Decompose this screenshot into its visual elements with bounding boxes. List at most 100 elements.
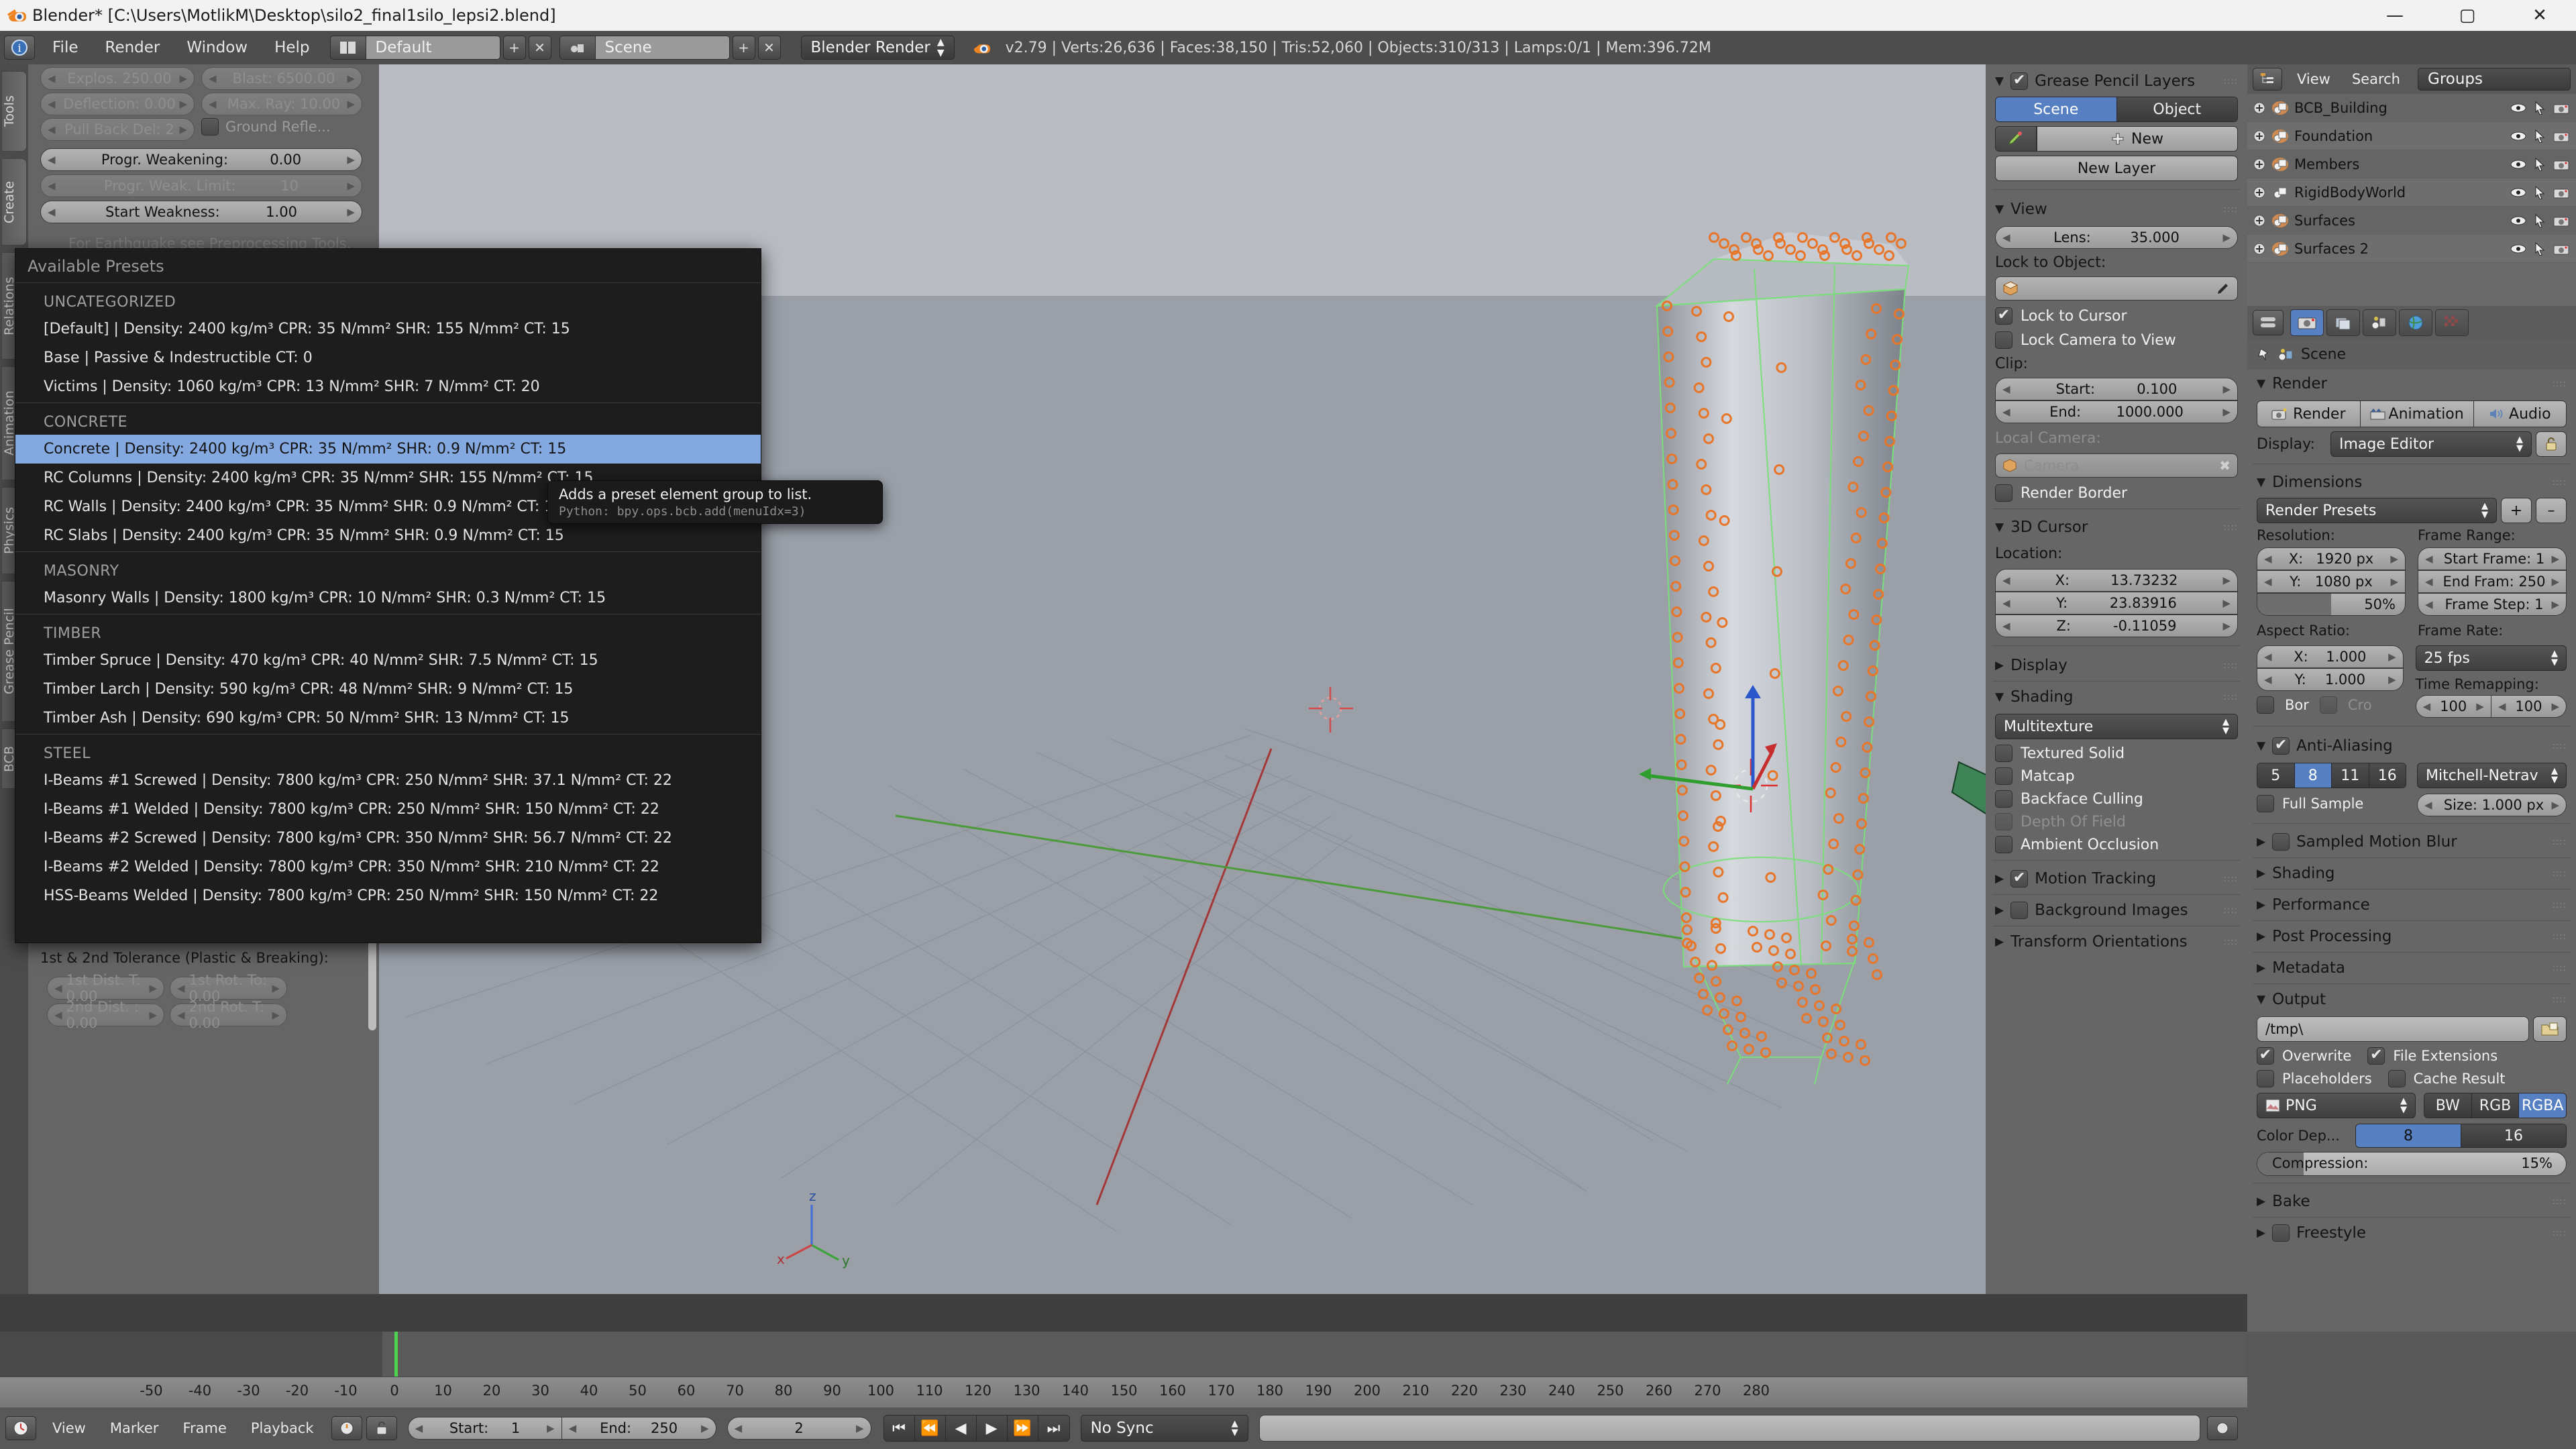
- aa-filter-select[interactable]: Mitchell-Netrav ▲ ▼: [2417, 763, 2567, 788]
- color-mode-group[interactable]: BW RGB RGBA: [2424, 1093, 2567, 1118]
- performance-title[interactable]: Performance: [2272, 896, 2370, 914]
- auto-keyframe-icon[interactable]: [331, 1416, 362, 1440]
- freestyle-checkbox[interactable]: [2272, 1224, 2290, 1242]
- local-camera-field[interactable]: Camera ✖: [1995, 453, 2238, 478]
- outliner-row-surfaces[interactable]: Surfaces: [2247, 207, 2576, 235]
- expand-plus-icon[interactable]: [2253, 129, 2266, 143]
- output-browse-folder-button[interactable]: [2533, 1016, 2567, 1042]
- expand-plus-icon[interactable]: [2253, 158, 2266, 171]
- screen-layout-name[interactable]: Default: [366, 36, 500, 60]
- close-button[interactable]: ✕: [2504, 0, 2576, 31]
- eye-icon[interactable]: [2510, 242, 2526, 256]
- preset-item-timber-larch[interactable]: Timber Larch | Density: 590 kg/m³ CPR: 4…: [15, 675, 761, 704]
- resolution-y-field[interactable]: ◀ Y: 1080 px ▶: [2257, 570, 2406, 593]
- chevron-right-icon[interactable]: ▶: [2257, 867, 2265, 880]
- expand-plus-icon[interactable]: [2253, 101, 2266, 115]
- time-remap-new-value[interactable]: 100: [2515, 698, 2542, 714]
- shading-mode-select[interactable]: Multitexture ▲ ▼: [1995, 714, 2238, 739]
- play-icon[interactable]: ▶: [976, 1415, 1008, 1441]
- cursor-arrow-icon[interactable]: [2534, 157, 2545, 171]
- freestyle-title[interactable]: Freestyle: [2296, 1224, 2366, 1242]
- resolution-y-value[interactable]: 1080 px: [2315, 574, 2373, 590]
- outliner-row-surfaces-2[interactable]: Surfaces 2: [2247, 235, 2576, 263]
- preset-item-masonry-walls[interactable]: Masonry Walls | Density: 1800 kg/m³ CPR:…: [15, 584, 761, 612]
- preset-item-hss-beams-welded[interactable]: HSS-Beams Welded | Density: 7800 kg/m³ C…: [15, 881, 761, 910]
- expand-plus-icon[interactable]: [2253, 214, 2266, 227]
- timeline-start-value[interactable]: 1: [511, 1420, 520, 1436]
- preset-item-ibeams-2-screwed[interactable]: I-Beams #2 Screwed | Density: 7800 kg/m³…: [15, 824, 761, 853]
- jump-to-end-icon[interactable]: ⏭: [1038, 1415, 1069, 1441]
- preset-item-ibeams-1-screwed[interactable]: I-Beams #1 Screwed | Density: 7800 kg/m³…: [15, 766, 761, 795]
- tab-object[interactable]: Object: [2116, 97, 2237, 121]
- preset-item-default[interactable]: [Default] | Density: 2400 kg/m³ CPR: 35 …: [15, 315, 761, 343]
- preset-item-concrete[interactable]: Concrete | Density: 2400 kg/m³ CPR: 35 N…: [15, 435, 761, 464]
- menu-render[interactable]: Render: [92, 31, 174, 64]
- post-processing-title[interactable]: Post Processing: [2272, 928, 2392, 945]
- camera-icon[interactable]: [2553, 158, 2569, 171]
- remove-render-preset-button[interactable]: –: [2536, 498, 2567, 523]
- color-mode-rgba[interactable]: RGBA: [2519, 1093, 2566, 1118]
- overwrite-checkbox[interactable]: [2257, 1047, 2274, 1065]
- cursor-arrow-icon[interactable]: [2534, 241, 2545, 256]
- lens-field[interactable]: ◀ Lens: 35.000 ▶: [1995, 226, 2238, 249]
- preset-item-victims[interactable]: Victims | Density: 1060 kg/m³ CPR: 13 N/…: [15, 372, 761, 401]
- backface-culling-checkbox[interactable]: [1995, 790, 2012, 808]
- chevron-right-icon[interactable]: ▶: [2257, 1226, 2265, 1240]
- motion-tracking-checkbox[interactable]: [2010, 870, 2029, 888]
- properties-tab-texture[interactable]: [2435, 309, 2469, 336]
- previous-keyframe-icon[interactable]: ⏪: [914, 1415, 946, 1441]
- timeline-track[interactable]: [0, 1332, 2247, 1377]
- grease-pencil-enable-checkbox[interactable]: [2010, 72, 2029, 90]
- play-reverse-icon[interactable]: ◀: [945, 1415, 977, 1441]
- cursor-x-value[interactable]: 13.73232: [2110, 572, 2178, 588]
- cursor-x-field[interactable]: ◀ X: 13.73232 ▶: [1995, 569, 2238, 592]
- timeline-editor[interactable]: -50 -40 -30 -20 -10 0 10 20 30 40 50 60 70 80 90 100 110…: [0, 1332, 2247, 1449]
- render-display-lock-button[interactable]: [2536, 431, 2567, 457]
- tab-create[interactable]: Create: [1, 158, 27, 246]
- scene-plus-icon[interactable]: +: [732, 36, 755, 60]
- properties-tab-render-layers[interactable]: [2326, 309, 2360, 336]
- timeline-menu-marker[interactable]: Marker: [98, 1420, 171, 1436]
- output-path-input[interactable]: /tmp\: [2257, 1016, 2529, 1042]
- chevron-right-icon[interactable]: ▶: [2257, 930, 2265, 943]
- camera-icon[interactable]: [2553, 186, 2569, 199]
- resolution-x-value[interactable]: 1920 px: [2316, 551, 2373, 567]
- available-presets-menu[interactable]: Available Presets UNCATEGORIZED [Default…: [15, 248, 761, 943]
- timeline-playhead[interactable]: [394, 1332, 398, 1377]
- frame-step-field[interactable]: ◀ Frame Step: 1 ▶: [2418, 593, 2567, 616]
- aa-samples-group[interactable]: 5 8 11 16: [2257, 763, 2406, 788]
- sampled-motion-blur-checkbox[interactable]: [2272, 833, 2290, 851]
- scene-delete-icon[interactable]: ✕: [757, 36, 781, 60]
- lock-icon[interactable]: [366, 1416, 397, 1440]
- timeline-extra-field[interactable]: [1258, 1415, 2200, 1442]
- eye-icon[interactable]: [2510, 186, 2526, 199]
- maximize-button[interactable]: ▢: [2431, 0, 2504, 31]
- render-presets-select[interactable]: Render Presets ▲ ▼: [2257, 498, 2497, 523]
- render-engine-select[interactable]: Blender Render ▲ ▼: [800, 36, 955, 60]
- sync-mode-select[interactable]: No Sync ▲ ▼: [1080, 1415, 1248, 1442]
- preset-item-rc-slabs[interactable]: RC Slabs | Density: 2400 kg/m³ CPR: 35 N…: [15, 521, 761, 550]
- chevron-down-icon[interactable]: ▼: [1995, 74, 2004, 88]
- properties-tab-scene[interactable]: [2363, 309, 2396, 336]
- textured-solid-checkbox[interactable]: [1995, 745, 2012, 762]
- timeline-menu-frame[interactable]: Frame: [170, 1420, 238, 1436]
- matcap-checkbox[interactable]: [1995, 767, 2012, 785]
- eyedropper-icon[interactable]: [2216, 281, 2231, 296]
- editor-type-outliner-icon[interactable]: [2253, 68, 2282, 91]
- ambient-occlusion-checkbox[interactable]: [1995, 836, 2012, 853]
- add-render-preset-button[interactable]: +: [2501, 498, 2532, 523]
- outliner-row-bcb-building[interactable]: BCB_Building: [2247, 94, 2576, 122]
- grease-pencil-new-button[interactable]: New: [2037, 126, 2238, 152]
- timeline-ruler[interactable]: -50 -40 -30 -20 -10 0 10 20 30 40 50 60 70 80 90 100 110…: [0, 1377, 2247, 1407]
- menu-file[interactable]: File: [39, 31, 92, 64]
- outliner-menu-view[interactable]: View: [2286, 71, 2341, 87]
- progr-weakening-value[interactable]: 0.00: [270, 152, 301, 168]
- outliner-display-mode-select[interactable]: Groups: [2418, 68, 2571, 91]
- background-images-checkbox[interactable]: [2010, 902, 2029, 919]
- grease-pencil-source-tabs[interactable]: Scene Object: [1995, 97, 2238, 122]
- chevron-down-icon[interactable]: ▼: [2257, 377, 2265, 390]
- chevron-right-icon[interactable]: ▶: [2257, 961, 2265, 975]
- aa-sample-11[interactable]: 11: [2332, 763, 2369, 788]
- chevron-right-icon[interactable]: ▶: [2257, 1195, 2265, 1208]
- screen-layout-delete-icon[interactable]: ✕: [528, 36, 551, 60]
